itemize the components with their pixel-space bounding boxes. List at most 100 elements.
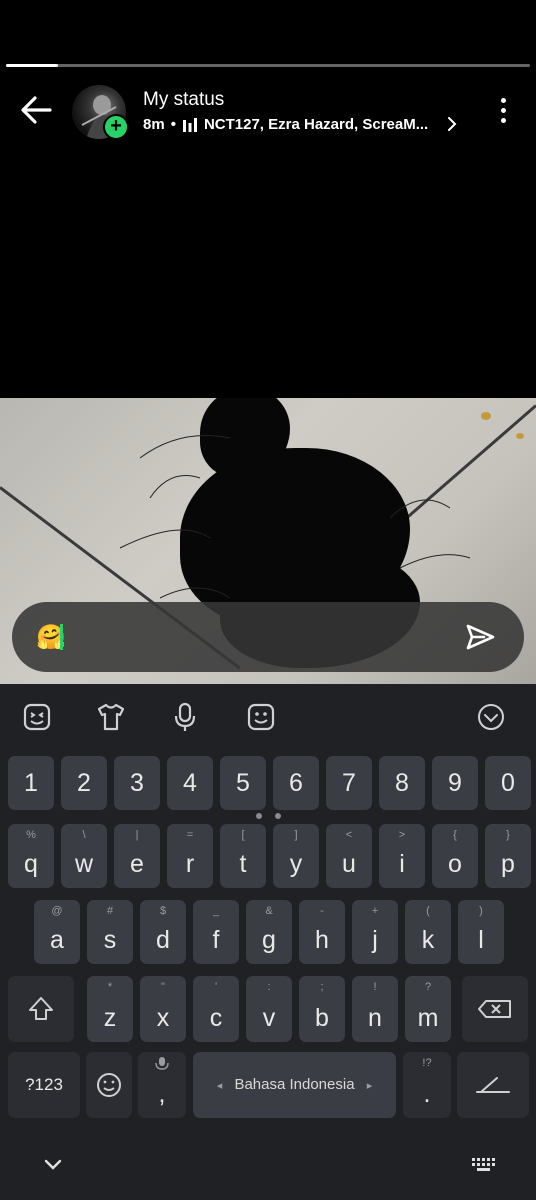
- key-h[interactable]: -h: [299, 900, 345, 964]
- add-status-icon[interactable]: +: [103, 114, 129, 140]
- key-p[interactable]: } p: [485, 824, 531, 888]
- key-m[interactable]: ? m: [405, 976, 451, 1042]
- key-label: 9: [448, 769, 462, 797]
- key-o[interactable]: {o: [432, 824, 478, 888]
- comma-key[interactable]: ,: [138, 1052, 186, 1118]
- key-q[interactable]: % q: [8, 824, 54, 888]
- key-label: 6: [289, 769, 303, 797]
- small-microphone-icon: [155, 1057, 169, 1070]
- key-label: o: [448, 850, 462, 878]
- send-icon[interactable]: [462, 620, 498, 654]
- key-secondary-label: %: [26, 829, 36, 841]
- sticker-button[interactable]: [18, 698, 56, 736]
- key-d[interactable]: $ d: [140, 900, 186, 964]
- key-label: b: [315, 1004, 329, 1032]
- key-u[interactable]: < u: [326, 824, 372, 888]
- key-x[interactable]: " x: [140, 976, 186, 1042]
- shift-key[interactable]: [8, 976, 74, 1042]
- more-options-button[interactable]: [490, 92, 516, 128]
- key-label: e: [130, 850, 144, 878]
- status-time: 8m: [143, 116, 165, 133]
- space-key[interactable]: ◂ Bahasa Indonesia ▸: [193, 1052, 396, 1118]
- sticker-icon: [23, 703, 51, 731]
- key-i[interactable]: > i: [379, 824, 425, 888]
- voice-input-button[interactable]: [166, 698, 204, 736]
- menu-dot: [500, 97, 506, 103]
- key-w[interactable]: \ w: [61, 824, 107, 888]
- caption-input[interactable]: [12, 602, 524, 672]
- key-5[interactable]: 5: [220, 756, 266, 810]
- period-key[interactable]: !? .: [403, 1052, 451, 1118]
- key-secondary-label: ?: [424, 981, 432, 993]
- collapse-toolbar-button[interactable]: [472, 698, 510, 736]
- symbols-key[interactable]: ?123: [8, 1052, 80, 1118]
- key-k[interactable]: (k: [405, 900, 451, 964]
- key-label: q: [24, 850, 38, 878]
- key-a[interactable]: @ a: [34, 900, 80, 964]
- key-secondary-label: <: [345, 829, 353, 841]
- key-label: x: [156, 1004, 170, 1032]
- pager-dot: [256, 813, 262, 819]
- chevron-right-icon[interactable]: [443, 114, 461, 134]
- arrow-left-icon: [21, 96, 52, 124]
- menu-dot: [500, 117, 506, 123]
- key-label: z: [103, 1004, 117, 1032]
- switch-keyboard-button[interactable]: [466, 1150, 502, 1180]
- theme-button[interactable]: [92, 698, 130, 736]
- key-f[interactable]: _ f: [193, 900, 239, 964]
- key-secondary-label: {: [453, 829, 457, 841]
- key-b[interactable]: ; b: [299, 976, 345, 1042]
- key-9[interactable]: 9: [432, 756, 478, 810]
- key-secondary-label: !: [373, 981, 377, 993]
- key-secondary-label: ": [161, 981, 165, 993]
- key-r[interactable]: = r: [167, 824, 213, 888]
- emoji-key[interactable]: [86, 1052, 132, 1118]
- back-button[interactable]: [18, 92, 54, 128]
- key-label: 7: [342, 769, 356, 797]
- key-secondary-label: _: [212, 905, 220, 917]
- key-2[interactable]: 2: [61, 756, 107, 810]
- key-6[interactable]: 6: [273, 756, 319, 810]
- key-secondary-label: |: [135, 829, 139, 841]
- key-label: 1: [24, 769, 38, 797]
- key-c[interactable]: ' c: [193, 976, 239, 1042]
- key-secondary-label: $: [159, 905, 167, 917]
- key-secondary-label: ;: [320, 981, 324, 993]
- key-l[interactable]: ) l: [458, 900, 504, 964]
- key-3[interactable]: 3: [114, 756, 160, 810]
- key-z[interactable]: * z: [87, 976, 133, 1042]
- key-label: 8: [395, 769, 409, 797]
- key-4[interactable]: 4: [167, 756, 213, 810]
- key-label: 3: [130, 769, 144, 797]
- key-t[interactable]: [t: [220, 824, 266, 888]
- key-label: k: [421, 926, 435, 954]
- key-j[interactable]: + j: [352, 900, 398, 964]
- key-8[interactable]: 8: [379, 756, 425, 810]
- key-s[interactable]: # s: [87, 900, 133, 964]
- text-cursor: [60, 624, 63, 650]
- hide-keyboard-button[interactable]: [35, 1150, 71, 1180]
- enter-icon: [476, 1077, 510, 1093]
- key-g[interactable]: & g: [246, 900, 292, 964]
- key-label: w: [74, 850, 94, 878]
- backspace-key[interactable]: [462, 976, 528, 1042]
- key-7[interactable]: 7: [326, 756, 372, 810]
- shift-icon: [29, 997, 53, 1020]
- key-0[interactable]: 0: [485, 756, 531, 810]
- key-secondary-label: +: [371, 905, 379, 917]
- enter-key[interactable]: [457, 1052, 529, 1118]
- status-title: My status: [143, 89, 225, 110]
- key-label: p: [501, 850, 515, 878]
- key-secondary-label: }: [506, 829, 510, 841]
- key-v[interactable]: :v: [246, 976, 292, 1042]
- key-y[interactable]: ] y: [273, 824, 319, 888]
- key-n[interactable]: ! n: [352, 976, 398, 1042]
- key-label: y: [289, 850, 303, 878]
- status-progress-fill: [6, 64, 59, 67]
- emoji-button[interactable]: [242, 698, 280, 736]
- key-e[interactable]: | e: [114, 824, 160, 888]
- key-secondary-label: \: [82, 829, 86, 841]
- key-1[interactable]: 1: [8, 756, 54, 810]
- status-meta[interactable]: 8m • NCT127, Ezra Hazard, ScreaM...: [143, 116, 428, 133]
- key-secondary-label: :: [267, 981, 271, 993]
